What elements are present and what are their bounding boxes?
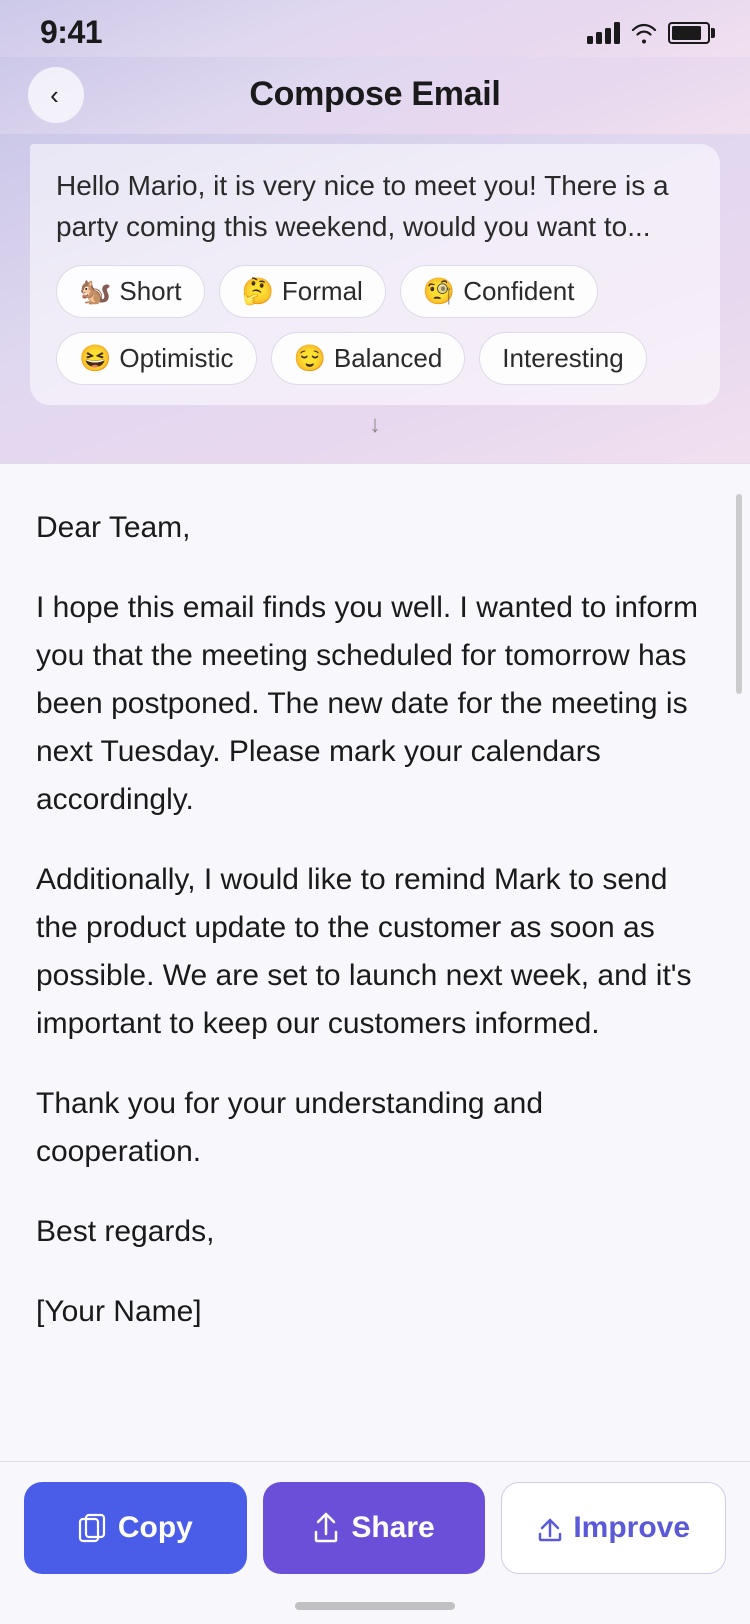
suggestion-section: Hello Mario, it is very nice to meet you… — [0, 134, 750, 463]
copy-label: Copy — [118, 1511, 193, 1545]
tone-label-interesting: Interesting — [502, 343, 623, 374]
copy-button[interactable]: Copy — [24, 1482, 247, 1574]
tone-pill-short[interactable]: 🐿️ Short — [56, 265, 205, 318]
email-closing: Best regards, — [36, 1208, 714, 1256]
tone-label-formal: Formal — [282, 276, 363, 307]
page-title: Compose Email — [249, 75, 500, 114]
home-indicator — [295, 1602, 455, 1610]
share-icon — [313, 1512, 339, 1544]
back-button[interactable]: ‹ — [28, 67, 84, 123]
copy-icon — [78, 1513, 106, 1543]
tone-label-balanced: Balanced — [334, 343, 442, 374]
down-arrow-icon: ↓ — [369, 411, 381, 439]
improve-label: Improve — [573, 1511, 690, 1545]
scrollbar[interactable] — [736, 494, 742, 694]
status-time: 9:41 — [40, 14, 102, 51]
improve-button[interactable]: Improve — [501, 1482, 726, 1574]
share-button[interactable]: Share — [263, 1482, 486, 1574]
action-bar: Copy Share Improve — [0, 1461, 750, 1624]
tone-label-optimistic: Optimistic — [119, 343, 233, 374]
email-section[interactable]: Dear Team, I hope this email finds you w… — [0, 463, 750, 1476]
tone-pill-balanced[interactable]: 😌 Balanced — [271, 332, 466, 385]
signal-icon — [587, 22, 620, 44]
status-icons — [587, 22, 710, 44]
tone-label-confident: Confident — [463, 276, 574, 307]
email-paragraph-1: I hope this email finds you well. I want… — [36, 584, 714, 824]
tone-emoji-short: 🐿️ — [79, 276, 111, 307]
down-arrow-container: ↓ — [30, 405, 720, 443]
back-chevron-icon: ‹ — [50, 82, 59, 108]
email-paragraph-3: Thank you for your understanding and coo… — [36, 1080, 714, 1176]
suggestion-text: Hello Mario, it is very nice to meet you… — [56, 166, 694, 247]
tone-emoji-formal: 🤔 — [242, 276, 274, 307]
tone-label-short: Short — [119, 276, 181, 307]
email-salutation: Dear Team, — [36, 504, 714, 552]
improve-icon — [537, 1514, 563, 1542]
tone-pill-confident[interactable]: 🧐 Confident — [400, 265, 598, 318]
email-body: Dear Team, I hope this email finds you w… — [36, 504, 714, 1336]
tone-pill-optimistic[interactable]: 😆 Optimistic — [56, 332, 257, 385]
share-label: Share — [351, 1511, 434, 1545]
email-signature: [Your Name] — [36, 1288, 714, 1336]
tone-pills-container: 🐿️ Short 🤔 Formal 🧐 Confident 😆 Optimist… — [56, 265, 694, 385]
suggestion-bubble: Hello Mario, it is very nice to meet you… — [30, 144, 720, 405]
tone-emoji-confident: 🧐 — [423, 276, 455, 307]
tone-emoji-optimistic: 😆 — [79, 343, 111, 374]
tone-pill-interesting[interactable]: Interesting — [479, 332, 646, 385]
wifi-icon — [630, 22, 658, 44]
email-paragraph-2: Additionally, I would like to remind Mar… — [36, 856, 714, 1048]
status-bar: 9:41 — [0, 0, 750, 57]
tone-pill-formal[interactable]: 🤔 Formal — [219, 265, 386, 318]
header: ‹ Compose Email — [0, 57, 750, 134]
battery-icon — [668, 22, 710, 44]
tone-emoji-balanced: 😌 — [294, 343, 326, 374]
